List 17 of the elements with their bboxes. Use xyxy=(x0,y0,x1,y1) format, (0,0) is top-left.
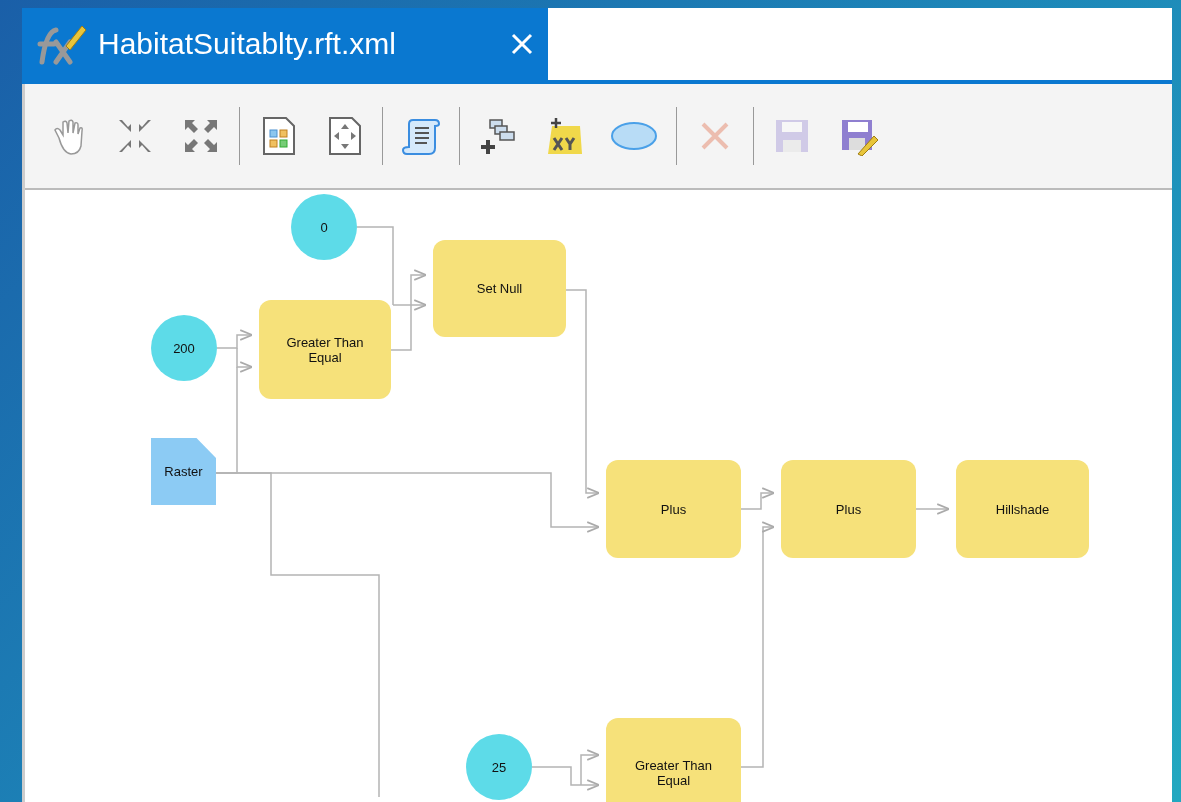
function-node[interactable]: Hillshade xyxy=(956,460,1089,558)
connector-line xyxy=(740,487,776,510)
function-node[interactable]: Set Null xyxy=(433,240,566,337)
raster-node[interactable]: Raster xyxy=(151,438,216,505)
tab-title: HabitatSuitablty.rft.xml xyxy=(98,27,397,61)
close-icon[interactable] xyxy=(510,32,534,56)
constant-node[interactable]: 200 xyxy=(151,315,217,381)
function-node[interactable]: Greater Than Equal xyxy=(259,300,391,399)
constant-node[interactable]: 25 xyxy=(466,734,532,800)
add-function-tool-button[interactable] xyxy=(478,116,518,156)
constant-node[interactable]: 0 xyxy=(291,194,357,260)
script-tool-button[interactable] xyxy=(401,116,441,156)
function-node[interactable]: Plus xyxy=(781,460,916,558)
function-node[interactable]: Plus xyxy=(606,460,741,558)
function-node[interactable]: Greater Than Equal xyxy=(606,718,741,802)
connector-line xyxy=(915,503,951,515)
document-tab[interactable]: HabitatSuitablty.rft.xml xyxy=(22,8,548,80)
